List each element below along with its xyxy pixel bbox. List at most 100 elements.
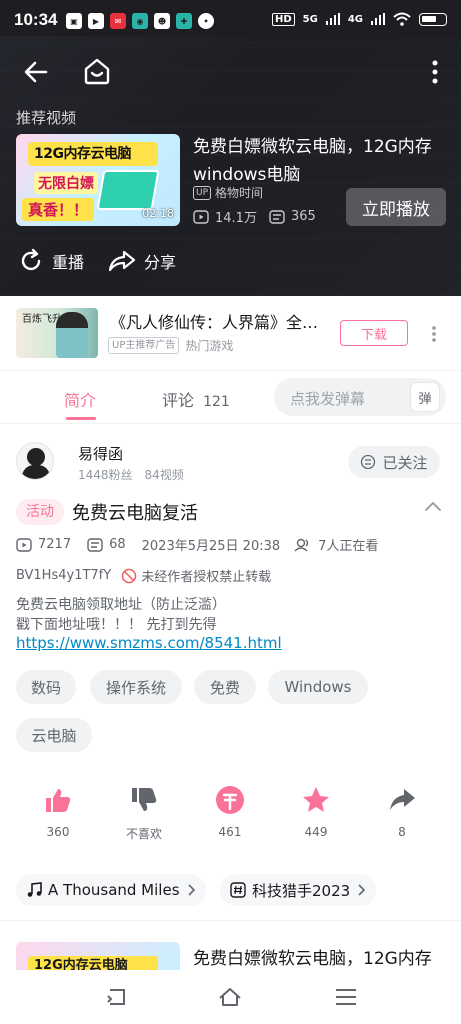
uploader-name[interactable]: 易得函: [78, 443, 123, 464]
like-action[interactable]: 360: [28, 785, 88, 839]
chevron-up-icon[interactable]: [424, 500, 442, 512]
video-plays: 7217: [38, 537, 72, 552]
task-app-notification-icon: ✚: [176, 13, 192, 29]
thumbs-down-icon: [132, 788, 157, 811]
home-icon[interactable]: [82, 56, 112, 86]
desc-line-2: 戳下面地址哦！！！ 先打到先得: [16, 617, 217, 633]
dislike-action[interactable]: 不喜欢: [114, 785, 174, 842]
up-badge: UP: [193, 185, 212, 200]
share-button[interactable]: 分享: [108, 248, 176, 274]
video-title: 免费云电脑复活: [72, 503, 198, 524]
desc-line-1: 免费云电脑领取地址（防止泛滥）: [16, 597, 226, 613]
coin-count: 461: [218, 825, 242, 839]
viewers-icon: [294, 538, 309, 552]
nav-back-icon[interactable]: [104, 986, 128, 1008]
tag-item[interactable]: 免费: [194, 670, 256, 704]
status-right: HD 5G 4G: [271, 12, 447, 26]
uploader-avatar[interactable]: [16, 442, 54, 480]
video-bvid[interactable]: BV1Hs4y1T7fY: [16, 568, 111, 583]
status-time: 10:34: [14, 10, 58, 29]
favorite-action[interactable]: 449: [286, 785, 346, 839]
activity-badge[interactable]: 活动: [16, 499, 64, 525]
video-player-end-screen: 10:34 ▣ ▶ ✉ ◉ ☻ ✚ • HD 5G 4G 推荐视频 12G内存云…: [0, 0, 461, 296]
more-vertical-icon[interactable]: [424, 58, 446, 86]
tag-item[interactable]: 云电脑: [16, 718, 92, 752]
battery-icon: [419, 12, 447, 26]
recommended-views: 14.1万: [215, 211, 257, 226]
video-duration: 02:18: [142, 207, 174, 220]
app-notification-icon: ▣: [66, 13, 82, 29]
tab-comments[interactable]: 评论 121: [162, 387, 230, 411]
replay-icon: [21, 248, 41, 271]
status-bar: 10:34 ▣ ▶ ✉ ◉ ☻ ✚ • HD 5G 4G: [0, 0, 461, 40]
thumb-computer-graphic: [96, 170, 160, 210]
signal-bars-2-icon: [371, 13, 385, 25]
tab-active-indicator: [66, 417, 96, 420]
thumb-banner-text: 12G内存云电脑: [28, 142, 158, 166]
followed-button[interactable]: 已关注: [348, 446, 440, 478]
danmaku-input[interactable]: 点我发弹幕 弹: [274, 378, 446, 416]
nav-menu-icon[interactable]: [334, 986, 358, 1008]
ad-download-button[interactable]: 下载: [340, 320, 408, 346]
music-tag-label: A Thousand Miles: [48, 881, 180, 899]
danmaku-toggle-button[interactable]: 弹: [410, 382, 440, 412]
ad-label-badge: UP主推荐广告: [108, 337, 180, 354]
favorite-count: 449: [304, 825, 328, 839]
wifi-icon: [393, 12, 411, 26]
teal-app-notification-icon: ◉: [132, 13, 148, 29]
thumbs-up-icon: [46, 789, 71, 812]
star-icon: [303, 787, 329, 812]
section-divider: [0, 920, 461, 921]
chevron-right-icon: [187, 884, 195, 896]
thumb-line2-text: 无限白嫖: [34, 172, 98, 194]
tag-item[interactable]: 数码: [16, 670, 76, 704]
ad-thumbnail: 百炼飞升: [16, 308, 98, 358]
tag-item[interactable]: Windows: [268, 670, 368, 704]
share-icon: [390, 789, 415, 810]
back-arrow-icon[interactable]: [22, 58, 50, 86]
tab-comments-count: 121: [203, 394, 230, 410]
play-now-button[interactable]: 立即播放: [346, 188, 446, 226]
nav-home-icon[interactable]: [218, 986, 242, 1008]
ad-tag-row: UP主推荐广告 热门游戏: [108, 337, 233, 354]
coin-action[interactable]: 461: [200, 785, 260, 839]
music-tag[interactable]: A Thousand Miles: [16, 874, 206, 906]
bvid-row: BV1Hs4y1T7fY 未经作者授权禁止转载: [16, 566, 271, 585]
notification-icons: ▣ ▶ ✉ ◉ ☻ ✚ •: [66, 13, 214, 29]
uploader-videos: 84视频: [144, 468, 184, 482]
replay-label: 重播: [52, 253, 85, 272]
hashtag-icon: [230, 882, 246, 898]
topic-tag[interactable]: 科技猎手2023: [220, 874, 377, 906]
related-video-title[interactable]: 免费白嫖微软云电脑，12G内存: [193, 944, 432, 969]
recommended-video-thumbnail[interactable]: 12G内存云电脑 无限白嫖 真香！！ 02:18: [16, 134, 180, 226]
video-meta-row: 7217 68 2023年5月25日 20:38 7人正在看: [16, 535, 378, 554]
danmaku-count-icon: [269, 209, 285, 224]
recommended-video-title[interactable]: 免费白嫖微软云电脑，12G内存windows电脑: [193, 133, 447, 189]
danmaku-count-icon: [87, 537, 103, 552]
share-action[interactable]: 8: [372, 785, 432, 839]
ad-category: 热门游戏: [185, 339, 234, 353]
share-arrow-icon: [108, 250, 136, 272]
chevron-right-icon: [358, 884, 366, 896]
tab-comments-label: 评论: [162, 391, 195, 410]
related-video-thumbnail[interactable]: 12G内存云电脑: [16, 942, 180, 970]
tab-intro[interactable]: 简介: [64, 387, 96, 411]
tag-item[interactable]: 操作系统: [90, 670, 182, 704]
share-count: 8: [398, 825, 406, 839]
recommended-danmaku: 365: [290, 209, 316, 224]
recommended-up-name: 格物时间: [215, 186, 264, 200]
followed-label: 已关注: [382, 453, 428, 472]
thumb-line3-text: 真香！！: [22, 198, 95, 221]
recommended-up-row: UP 格物时间: [193, 184, 263, 201]
topic-tag-label: 科技猎手2023: [252, 881, 351, 900]
related-thumb-banner: 12G内存云电脑: [28, 956, 158, 970]
replay-button[interactable]: 重播: [18, 248, 84, 274]
ad-more-icon[interactable]: [428, 324, 440, 344]
chat-notification-icon: •: [198, 13, 214, 29]
description-link[interactable]: https://www.smzms.com/8541.html: [16, 634, 282, 652]
like-count: 360: [46, 825, 70, 839]
video-watching-now: 7人正在看: [318, 539, 379, 554]
copyright-notice: 未经作者授权禁止转载: [121, 566, 271, 585]
play-count-icon: [16, 537, 32, 552]
dislike-label: 不喜欢: [125, 827, 162, 841]
